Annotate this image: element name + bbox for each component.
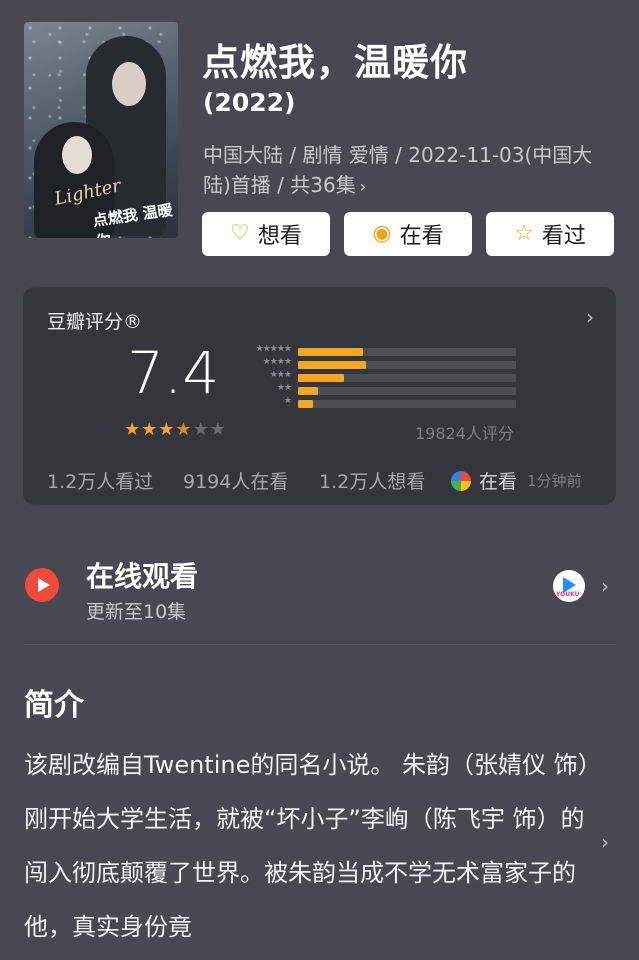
show-year: (2022) bbox=[203, 88, 296, 117]
divider bbox=[24, 644, 616, 645]
watched-label: 看过 bbox=[541, 224, 586, 249]
rating-bar-track bbox=[298, 361, 516, 369]
poster-face-male bbox=[112, 62, 146, 106]
rating-bar-track bbox=[298, 387, 516, 395]
chevron-right-icon: › bbox=[359, 177, 367, 196]
show-title: 点燃我，温暖你 bbox=[202, 41, 468, 84]
rating-bar-fill bbox=[298, 361, 366, 369]
rating-row-stars: ★★ bbox=[276, 383, 292, 393]
rating-bar-fill bbox=[298, 400, 313, 408]
stat-want[interactable]: 1.2万人想看 bbox=[319, 467, 425, 494]
intro-text[interactable]: 该剧改编自Twentine的同名小说。 朱韵（张婧仪 饰）刚开始大学生活，就被“… bbox=[24, 738, 594, 954]
friend-time: 1分钟前 bbox=[527, 472, 582, 490]
friend-avatar-icon bbox=[451, 470, 471, 491]
rating-row: ★ bbox=[235, 396, 517, 410]
star-outline-icon: ☆ bbox=[514, 221, 534, 246]
play-icon[interactable] bbox=[25, 568, 59, 602]
rating-bar-fill bbox=[298, 348, 363, 356]
youku-wordmark: YOUKU bbox=[556, 591, 580, 598]
online-subtitle: 更新至10集 bbox=[86, 601, 187, 623]
poster-face-female bbox=[62, 136, 92, 174]
online-title[interactable]: 在线观看 bbox=[86, 555, 198, 595]
rating-card[interactable]: 豆瓣评分® › 7.4 ★★★★★★ ★★★★★ ★★★★ ★★★ ★★ ★ 19824… bbox=[23, 287, 616, 505]
star-half: ★ bbox=[175, 419, 193, 440]
youku-icon[interactable]: YOUKU bbox=[553, 570, 585, 602]
rating-row-stars: ★★★ bbox=[269, 370, 292, 380]
rating-bar-fill bbox=[298, 374, 344, 382]
rating-label: 豆瓣评分® bbox=[47, 311, 143, 333]
friend-watching[interactable]: 在看 1分钟前 bbox=[451, 467, 582, 494]
watching-button[interactable]: ◉ 在看 bbox=[344, 212, 472, 256]
watched-button[interactable]: ☆ 看过 bbox=[486, 212, 614, 256]
heart-plus-icon: ♡ bbox=[230, 221, 250, 246]
want-label: 想看 bbox=[257, 224, 302, 249]
rating-bar-track bbox=[298, 400, 516, 408]
stars-empty: ★★ bbox=[192, 419, 227, 440]
rating-stars: ★★★★★★ bbox=[124, 419, 227, 440]
chevron-right-icon[interactable]: › bbox=[601, 830, 609, 854]
rating-score: 7.4 bbox=[127, 339, 220, 407]
watching-label: 在看 bbox=[399, 224, 444, 249]
stars-full: ★★★ bbox=[124, 419, 176, 440]
stat-watched[interactable]: 1.2万人看过 bbox=[47, 467, 153, 494]
rating-bar-track bbox=[298, 348, 516, 356]
show-meta[interactable]: 中国大陆 / 剧情 爱情 / 2022-11-03(中国大陆)首播 / 共36集… bbox=[203, 140, 613, 202]
rating-bar-fill bbox=[298, 387, 318, 395]
stat-watching[interactable]: 9194人在看 bbox=[183, 467, 288, 494]
intro-heading: 简介 bbox=[24, 688, 84, 723]
poster-image[interactable]: Lighter 点燃我 温暖你 bbox=[24, 22, 178, 238]
rating-row-stars: ★★★★★ bbox=[255, 344, 292, 354]
friend-status: 在看 bbox=[479, 471, 518, 493]
rating-bar-track bbox=[298, 374, 516, 382]
rating-distribution: ★★★★★ ★★★★ ★★★ ★★ ★ bbox=[235, 344, 517, 410]
rating-count: 19824人评分 bbox=[415, 424, 514, 443]
rating-row-stars: ★★★★ bbox=[262, 357, 292, 367]
target-icon: ◉ bbox=[372, 221, 392, 246]
chevron-right-icon[interactable]: › bbox=[586, 305, 594, 329]
want-button[interactable]: ♡ 想看 bbox=[202, 212, 330, 256]
show-meta-text: 中国大陆 / 剧情 爱情 / 2022-11-03(中国大陆)首播 / 共36集 bbox=[203, 143, 593, 197]
chevron-right-icon[interactable]: › bbox=[601, 574, 609, 598]
rating-row-stars: ★ bbox=[283, 396, 292, 406]
